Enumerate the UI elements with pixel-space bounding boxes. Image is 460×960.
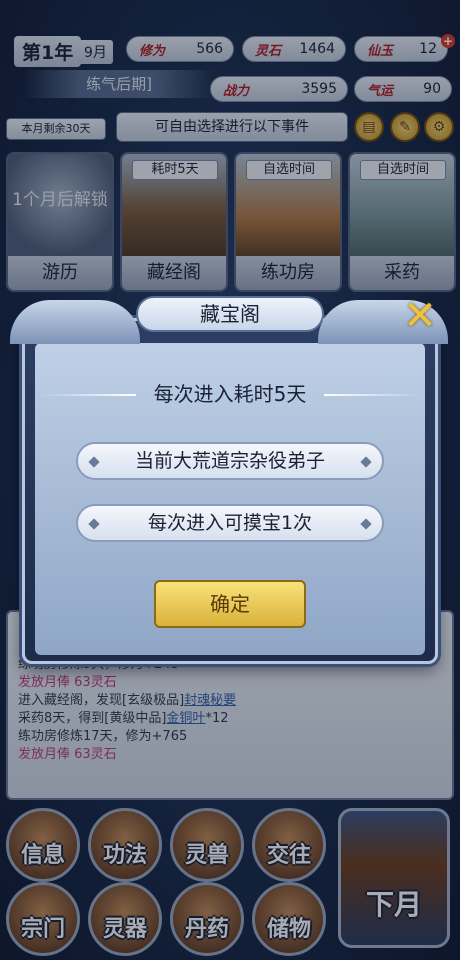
info-text: 当前大荒道宗杂役弟子: [134, 450, 325, 472]
info-text: 每次进入可摸宝1次: [147, 512, 313, 534]
diamond-icon: [360, 456, 372, 468]
info-rank: 当前大荒道宗杂役弟子: [76, 442, 384, 480]
diamond-icon: [360, 518, 372, 530]
diamond-icon: [88, 456, 100, 468]
info-attempts: 每次进入可摸宝1次: [76, 504, 384, 542]
dialog-subtitle: 每次进入耗时5天: [153, 382, 307, 406]
confirm-button[interactable]: 确定: [154, 580, 306, 628]
dialog-ornament-left: [10, 300, 140, 344]
diamond-icon: [88, 518, 100, 530]
dialog-title: 藏宝阁: [136, 296, 324, 332]
close-icon[interactable]: ✕: [398, 294, 442, 338]
